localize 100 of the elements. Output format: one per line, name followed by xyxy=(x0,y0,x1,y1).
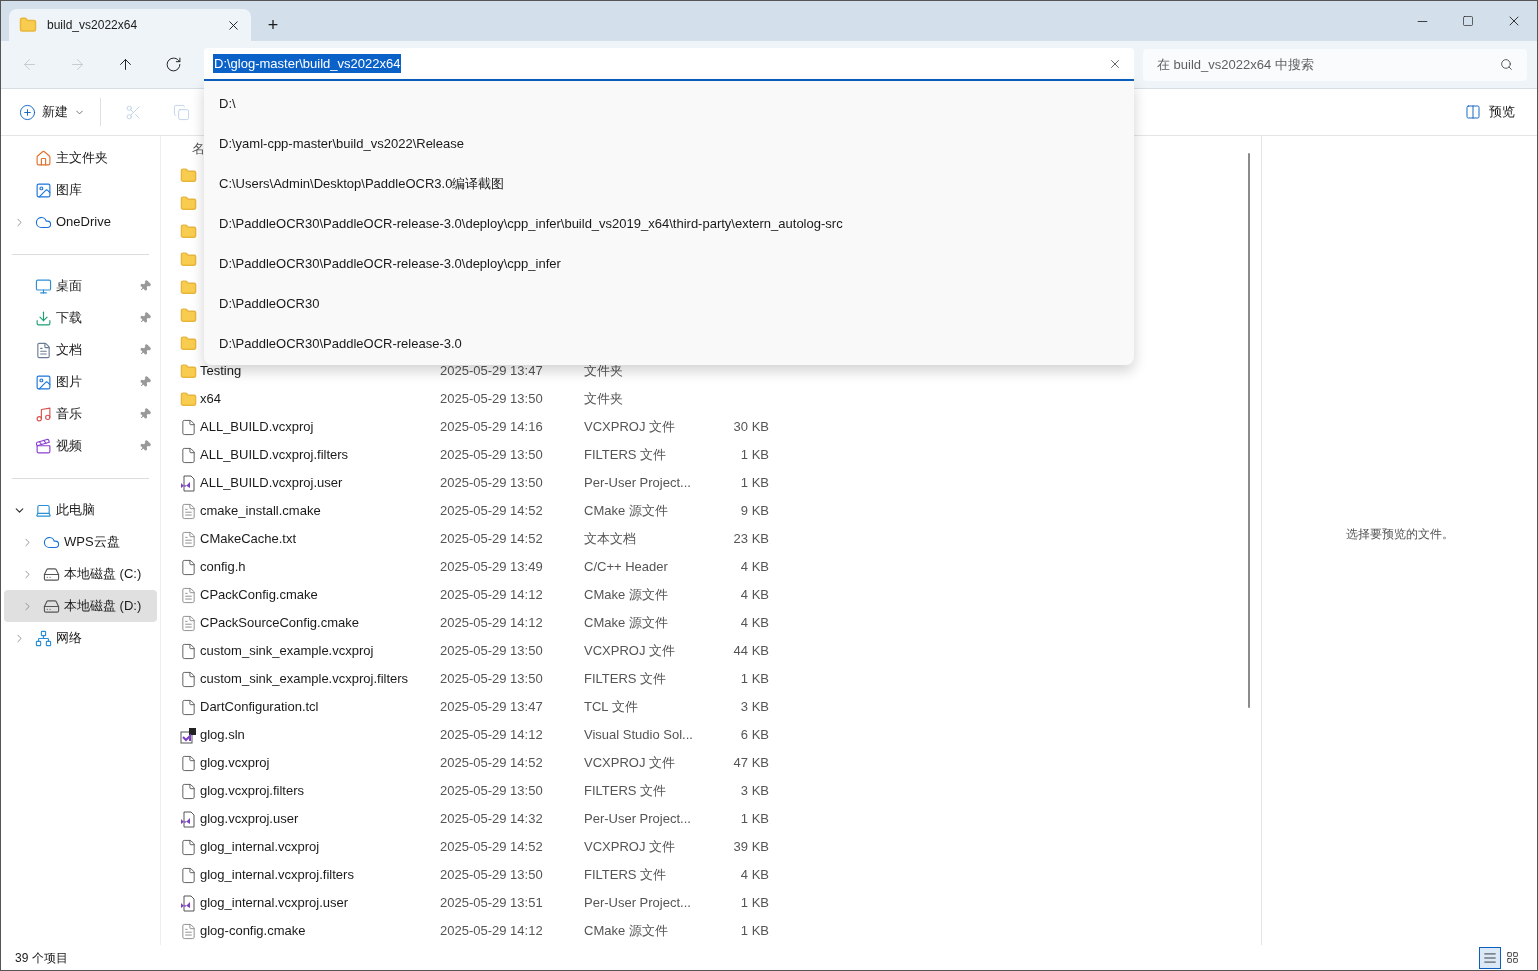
file-type: FILTERS 文件 xyxy=(584,866,668,885)
file-name: ALL_BUILD.vcxproj.filters xyxy=(200,446,350,465)
file-name: glog.vcxproj.filters xyxy=(200,782,306,801)
sidebar-label: 图库 xyxy=(56,181,83,200)
sidebar-label: WPS云盘 xyxy=(64,533,121,552)
file-type: CMake 源文件 xyxy=(584,502,669,521)
file-name: config.h xyxy=(200,558,247,577)
file-name: DartConfiguration.tcl xyxy=(200,698,320,717)
file-size: 1 KB xyxy=(739,922,769,941)
file-size: 4 KB xyxy=(739,866,769,885)
file-type: C/C++ Header xyxy=(584,558,669,577)
file-type: VCXPROJ 文件 xyxy=(584,754,676,773)
file-type: VCXPROJ 文件 xyxy=(584,838,676,857)
file-size: 23 KB xyxy=(732,530,769,549)
sidebar-label: 文档 xyxy=(56,341,83,360)
file-type: VCXPROJ 文件 xyxy=(584,418,676,437)
file-date: 2025-05-29 13:50 xyxy=(440,390,544,409)
file-name: Testing xyxy=(200,362,243,381)
file-name: glog.sln xyxy=(200,726,246,745)
address-value: D:\glog-master\build_vs2022x64 xyxy=(213,53,402,74)
file-size: 1 KB xyxy=(739,670,769,689)
sidebar-label: 视频 xyxy=(56,437,83,456)
file-date: 2025-05-29 14:52 xyxy=(440,838,544,857)
sidebar-label: OneDrive xyxy=(56,213,112,232)
file-type: CMake 源文件 xyxy=(584,614,669,633)
file-size: 39 KB xyxy=(732,838,769,857)
file-size: 1 KB xyxy=(739,810,769,829)
file-size: 47 KB xyxy=(732,754,769,773)
file-date: 2025-05-29 14:52 xyxy=(440,530,544,549)
file-date: 2025-05-29 14:12 xyxy=(440,586,544,605)
file-type: FILTERS 文件 xyxy=(584,446,668,465)
file-date: 2025-05-29 14:12 xyxy=(440,922,544,941)
file-type: CMake 源文件 xyxy=(584,922,669,941)
file-size: 4 KB xyxy=(739,558,769,577)
file-name: ALL_BUILD.vcxproj.user xyxy=(200,474,344,493)
search-placeholder: 在 build_vs2022x64 中搜索 xyxy=(1157,55,1315,74)
file-size: 1 KB xyxy=(739,474,769,493)
file-name: x64 xyxy=(200,390,222,409)
file-name: cmake_install.cmake xyxy=(200,502,322,521)
file-size: 4 KB xyxy=(739,614,769,633)
tab-title: build_vs2022x64 xyxy=(47,17,139,34)
file-size: 4 KB xyxy=(739,586,769,605)
file-type: Per-User Project... xyxy=(584,810,692,829)
file-name: glog-config.cmake xyxy=(200,922,307,941)
sidebar-label: 网络 xyxy=(56,629,83,648)
file-date: 2025-05-29 13:47 xyxy=(440,362,544,381)
file-type: VCXPROJ 文件 xyxy=(584,642,676,661)
file-name: glog_internal.vcxproj xyxy=(200,838,321,857)
file-date: 2025-05-29 13:50 xyxy=(440,670,544,689)
file-date: 2025-05-29 13:50 xyxy=(440,782,544,801)
file-date: 2025-05-29 13:50 xyxy=(440,642,544,661)
file-name: ALL_BUILD.vcxproj xyxy=(200,418,315,437)
file-name: glog_internal.vcxproj.user xyxy=(200,894,350,913)
file-size: 6 KB xyxy=(739,726,769,745)
file-size: 1 KB xyxy=(739,446,769,465)
file-date: 2025-05-29 14:32 xyxy=(440,810,544,829)
file-type: Per-User Project... xyxy=(584,474,692,493)
file-name: CMakeCache.txt xyxy=(200,530,298,549)
file-size: 9 KB xyxy=(739,502,769,521)
file-name: glog_internal.vcxproj.filters xyxy=(200,866,355,885)
sidebar-label: 此电脑 xyxy=(56,501,96,520)
file-size: 30 KB xyxy=(732,418,769,437)
file-date: 2025-05-29 14:52 xyxy=(440,754,544,773)
file-date: 2025-05-29 13:51 xyxy=(440,894,544,913)
file-size: 3 KB xyxy=(739,782,769,801)
file-type: TCL 文件 xyxy=(584,698,639,717)
file-type: FILTERS 文件 xyxy=(584,670,668,689)
item-count: 39 个项目 xyxy=(15,949,68,967)
file-name: glog.vcxproj xyxy=(200,754,271,773)
file-date: 2025-05-29 14:12 xyxy=(440,726,544,745)
preview-message: 选择要预览的文件。 xyxy=(1345,525,1454,543)
file-type: 文件夹 xyxy=(584,390,624,409)
file-date: 2025-05-29 13:50 xyxy=(440,446,544,465)
file-name: custom_sink_example.vcxproj xyxy=(200,642,375,661)
file-size: 1 KB xyxy=(739,894,769,913)
file-size: 44 KB xyxy=(732,642,769,661)
file-name: glog.vcxproj.user xyxy=(200,810,300,829)
file-date: 2025-05-29 13:47 xyxy=(440,698,544,717)
file-date: 2025-05-29 13:50 xyxy=(440,474,544,493)
file-type: Per-User Project... xyxy=(584,894,692,913)
file-date: 2025-05-29 14:52 xyxy=(440,502,544,521)
file-type: 文本文档 xyxy=(584,530,637,549)
sidebar-label: 图片 xyxy=(56,373,83,392)
sidebar-label: 主文件夹 xyxy=(56,149,109,168)
sidebar-label: 本地磁盘 (C:) xyxy=(64,565,143,584)
sidebar-label: 下载 xyxy=(56,309,83,328)
file-date: 2025-05-29 13:49 xyxy=(440,558,544,577)
file-size: 3 KB xyxy=(739,698,769,717)
file-type: 文件夹 xyxy=(584,362,624,381)
file-date: 2025-05-29 13:50 xyxy=(440,866,544,885)
file-type: FILTERS 文件 xyxy=(584,782,668,801)
file-name: custom_sink_example.vcxproj.filters xyxy=(200,670,410,689)
file-name: CPackConfig.cmake xyxy=(200,586,319,605)
file-date: 2025-05-29 14:12 xyxy=(440,614,544,633)
file-date: 2025-05-29 14:16 xyxy=(440,418,544,437)
file-name: CPackSourceConfig.cmake xyxy=(200,614,360,633)
file-type: Visual Studio Sol... xyxy=(584,726,694,745)
sidebar-label: 桌面 xyxy=(56,277,83,296)
sidebar-label: 音乐 xyxy=(56,405,83,424)
file-type: CMake 源文件 xyxy=(584,586,669,605)
